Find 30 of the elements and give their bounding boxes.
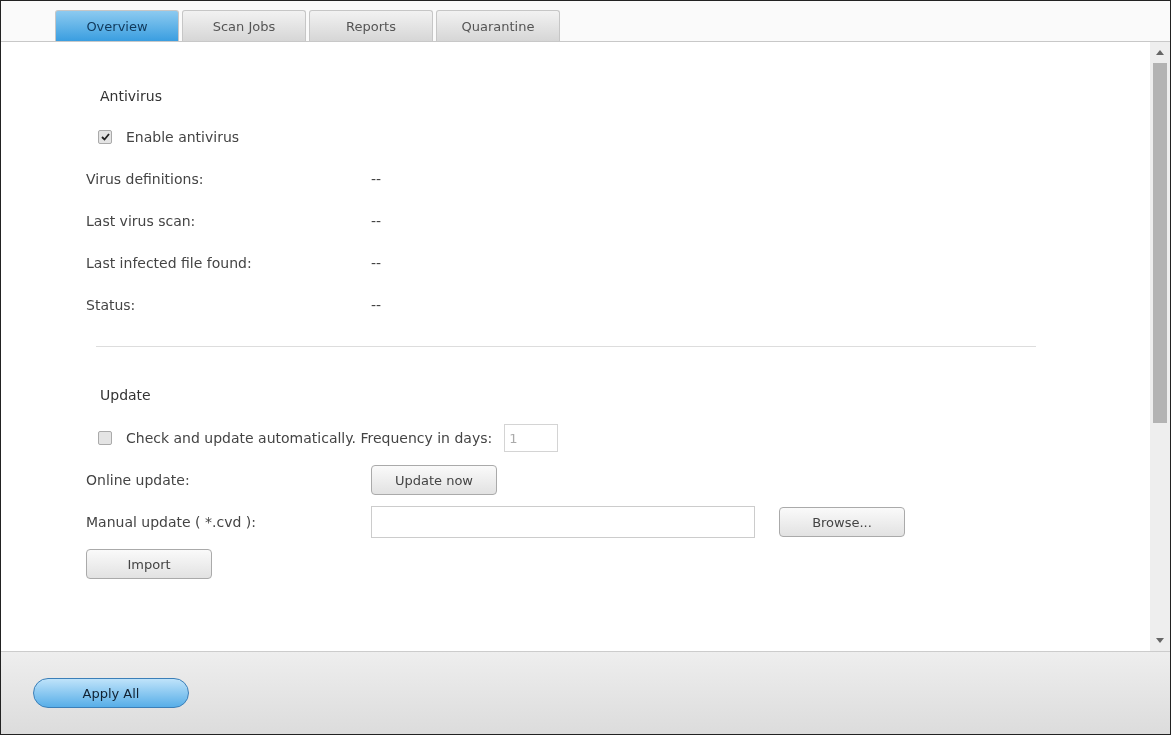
field-label: Online update: xyxy=(86,472,191,488)
field-label: Last infected file found: xyxy=(86,255,253,271)
tab[interactable]: Overview xyxy=(55,10,179,41)
tab[interactable]: Scan Jobs xyxy=(182,10,306,41)
browse-button[interactable]: Browse... xyxy=(779,507,905,537)
tab[interactable]: Quarantine xyxy=(436,10,560,41)
scroll-thumb[interactable] xyxy=(1153,63,1167,423)
field-label: Manual update ( *.cvd ): xyxy=(86,514,257,530)
field-value: -- xyxy=(371,171,382,187)
field-value: -- xyxy=(371,297,382,313)
check-icon xyxy=(100,133,110,141)
checkbox-label: Check and update automatically. Frequency in days: xyxy=(126,430,493,446)
section-heading: Antivirus xyxy=(100,88,163,104)
field-value: -- xyxy=(371,213,382,229)
file-path-field[interactable] xyxy=(371,506,755,538)
scroll-down-icon[interactable] xyxy=(1156,638,1164,643)
update-now-button[interactable]: Update now xyxy=(371,465,497,495)
field-label: Virus definitions: xyxy=(86,171,205,187)
checkbox[interactable] xyxy=(98,130,112,144)
import-button[interactable]: Import xyxy=(86,549,212,579)
scroll-up-icon[interactable] xyxy=(1156,50,1164,55)
field-label: Status: xyxy=(86,297,137,313)
section-heading: Update xyxy=(100,387,152,403)
tab[interactable]: Reports xyxy=(309,10,433,41)
apply-all-button[interactable]: Apply All xyxy=(33,678,189,708)
field-label: Last virus scan: xyxy=(86,213,197,229)
scrollbar[interactable] xyxy=(1150,42,1170,651)
checkbox[interactable] xyxy=(98,431,112,445)
checkbox-label: Enable antivirus xyxy=(126,129,240,145)
field-value: -- xyxy=(371,255,382,271)
